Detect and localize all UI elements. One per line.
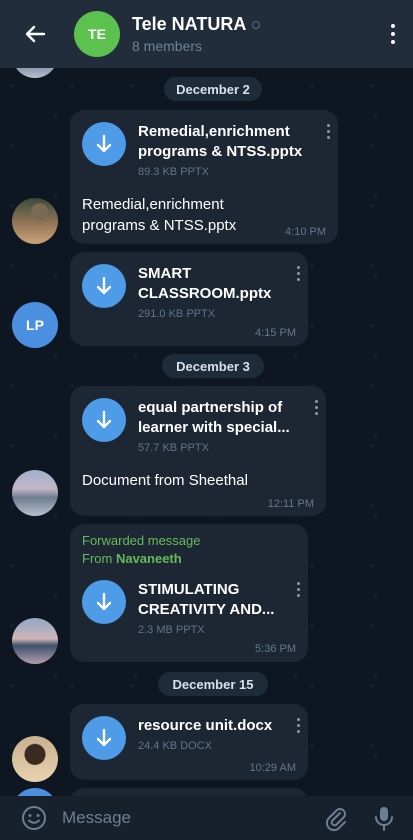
download-arrow-icon xyxy=(96,728,112,747)
more-vertical-icon[interactable] xyxy=(297,580,300,598)
sender-avatar[interactable] xyxy=(12,788,58,796)
download-arrow-icon xyxy=(96,134,112,153)
file-name[interactable]: learner with special... xyxy=(138,418,290,438)
message-bubble[interactable]: resource unit.docx 24.4 KB DOCX 10:29 AM xyxy=(70,704,308,780)
message-time: 10:29 AM xyxy=(249,762,296,774)
download-button[interactable] xyxy=(82,716,126,760)
download-button[interactable] xyxy=(82,264,126,308)
forwarded-from-prefix: From xyxy=(82,551,116,566)
forwarded-from-name[interactable]: Navaneeth xyxy=(116,551,182,566)
download-arrow-icon xyxy=(96,410,112,429)
message-time: 4:15 PM xyxy=(255,327,296,339)
download-arrow-icon xyxy=(96,592,112,611)
more-vertical-icon[interactable] xyxy=(327,122,330,140)
member-count: 8 members xyxy=(132,38,203,54)
message-bubble[interactable]: Remedial,enrichment programs & NTSS.pptx… xyxy=(70,110,338,244)
message-time: 4:10 PM xyxy=(285,226,326,238)
file-name[interactable]: programs & NTSS.pptx xyxy=(138,142,302,162)
download-button[interactable] xyxy=(82,122,126,166)
file-size: 291.0 KB PPTX xyxy=(138,308,216,320)
chat-title: Tele NATURA xyxy=(132,14,247,34)
download-button[interactable] xyxy=(82,580,126,624)
message-bubble[interactable]: Forwarded message From Navaneeth STIMULA… xyxy=(70,524,308,662)
file-name[interactable]: CREATIVITY AND... xyxy=(138,600,274,620)
file-name[interactable]: resource unit.docx xyxy=(138,716,272,736)
date-separator: December 2 xyxy=(164,77,262,101)
back-arrow-icon xyxy=(25,25,46,43)
forwarded-label: Forwarded message xyxy=(82,533,201,548)
caption-line: Remedial,enrichment xyxy=(82,196,224,213)
message-input[interactable]: Message xyxy=(62,808,323,828)
microphone-icon[interactable] xyxy=(371,805,397,831)
sender-avatar[interactable] xyxy=(12,618,58,664)
download-arrow-icon xyxy=(96,276,112,295)
forwarded-from[interactable]: From Navaneeth xyxy=(82,550,182,568)
muted-icon xyxy=(252,20,261,29)
message-bubble[interactable] xyxy=(70,788,308,796)
file-name[interactable]: SMART xyxy=(138,264,271,284)
message-caption: Remedial,enrichment programs & NTSS.pptx xyxy=(82,194,236,236)
date-separator: December 15 xyxy=(158,672,268,696)
avatar[interactable] xyxy=(12,68,58,78)
message-caption: Document from Sheethal xyxy=(82,472,248,489)
more-menu-button[interactable] xyxy=(373,0,413,68)
message-bubble[interactable]: equal partnership of learner with specia… xyxy=(70,386,326,516)
message-composer: Message xyxy=(0,796,413,840)
date-separator: December 3 xyxy=(162,354,264,378)
file-size: 24.4 KB DOCX xyxy=(138,740,212,752)
more-vertical-icon xyxy=(391,22,395,46)
message-time: 12:11 PM xyxy=(267,498,314,510)
caption-line: programs & NTSS.pptx xyxy=(82,217,237,234)
message-list[interactable]: December 2 Remedial,enrichment programs … xyxy=(0,68,413,796)
emoji-icon[interactable] xyxy=(20,804,48,832)
more-vertical-icon[interactable] xyxy=(297,716,300,734)
file-name[interactable]: STIMULATING xyxy=(138,580,274,600)
file-size: 2.3 MB PPTX xyxy=(138,624,205,636)
chat-header: TE Tele NATURA 8 members xyxy=(0,0,413,68)
more-vertical-icon[interactable] xyxy=(315,398,318,416)
more-vertical-icon[interactable] xyxy=(297,264,300,282)
paperclip-icon[interactable] xyxy=(323,805,349,831)
sender-avatar[interactable] xyxy=(12,736,58,782)
sender-avatar[interactable] xyxy=(12,470,58,516)
file-size: 57.7 KB PPTX xyxy=(138,442,209,454)
message-time: 5:36 PM xyxy=(255,643,296,655)
group-avatar[interactable]: TE xyxy=(74,11,120,57)
sender-avatar[interactable]: LP xyxy=(12,302,58,348)
file-size: 89.3 KB PPTX xyxy=(138,166,209,178)
message-bubble[interactable]: SMART CLASSROOM.pptx 291.0 KB PPTX 4:15 … xyxy=(70,252,308,346)
download-button[interactable] xyxy=(82,398,126,442)
file-name[interactable]: Remedial,enrichment xyxy=(138,122,302,142)
chat-title-area[interactable]: Tele NATURA 8 members xyxy=(132,14,373,54)
file-name[interactable]: CLASSROOM.pptx xyxy=(138,284,271,304)
sender-avatar[interactable] xyxy=(12,198,58,244)
back-button[interactable] xyxy=(10,0,60,68)
file-name[interactable]: equal partnership of xyxy=(138,398,290,418)
